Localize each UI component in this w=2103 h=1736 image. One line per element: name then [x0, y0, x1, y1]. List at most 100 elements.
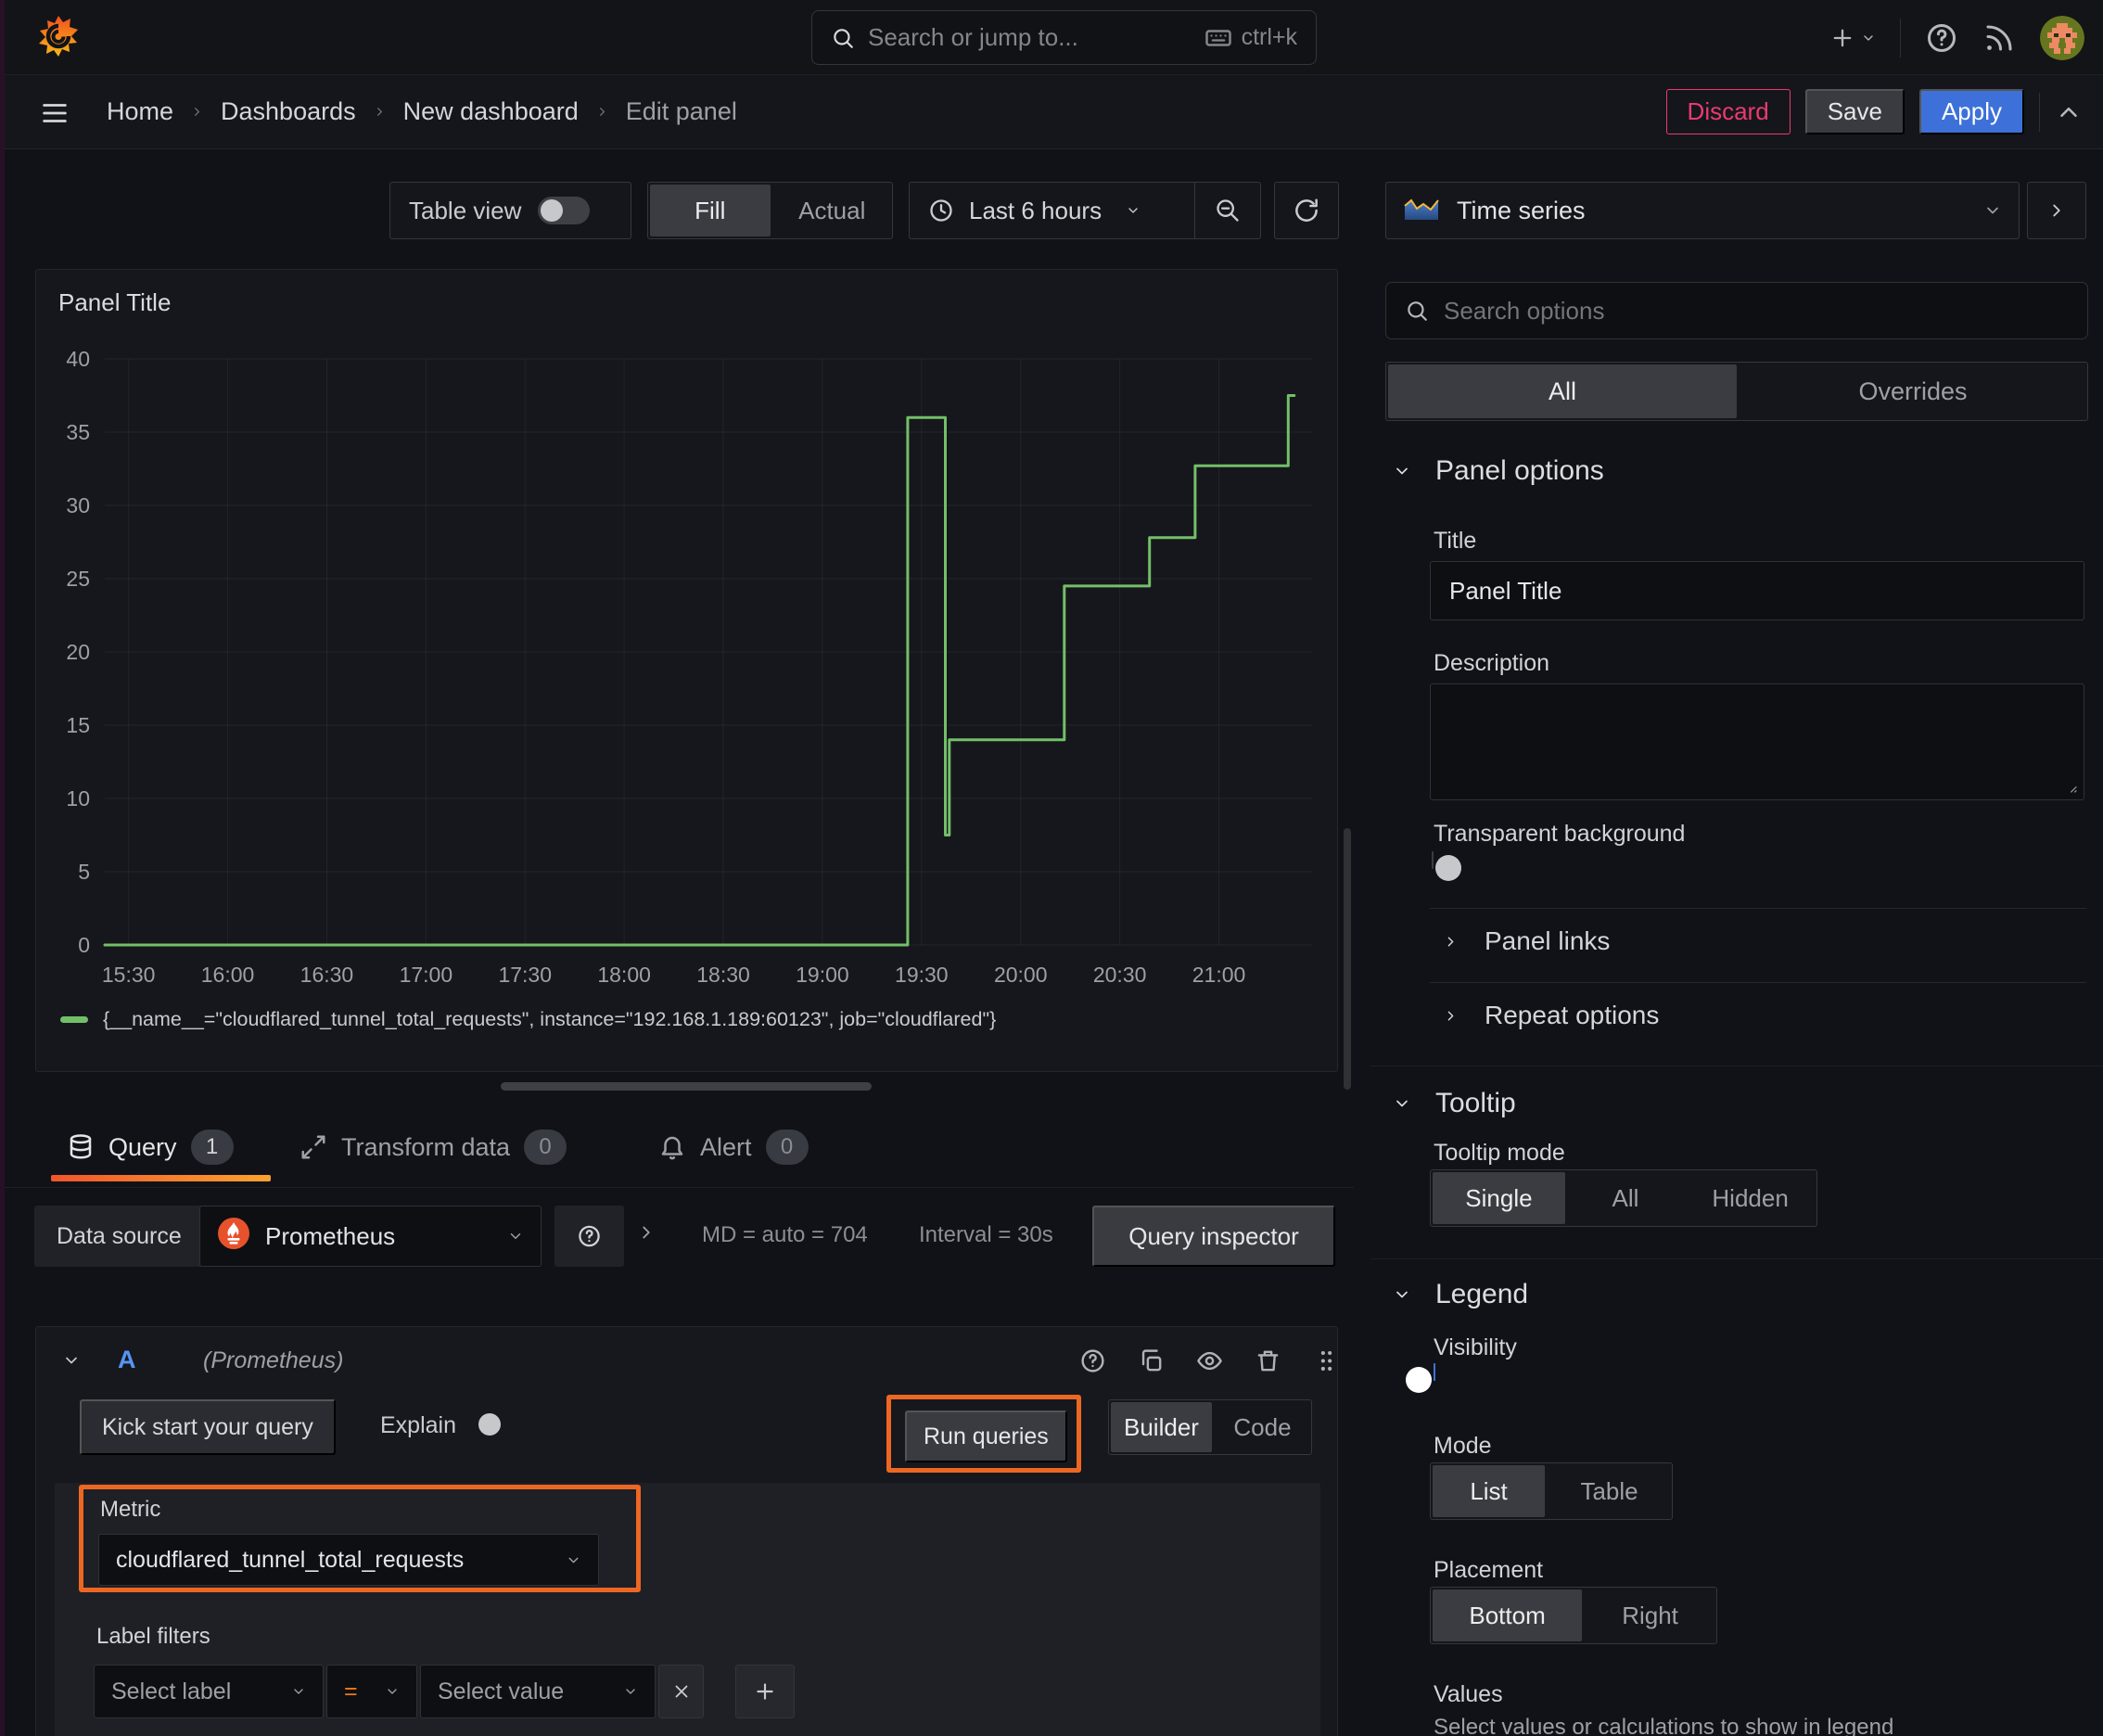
datasource-help-button[interactable]	[554, 1206, 624, 1267]
tab-query-label: Query	[108, 1132, 177, 1161]
breadcrumb-new-dashboard[interactable]: New dashboard	[403, 97, 579, 126]
apply-button[interactable]: Apply	[1918, 89, 2024, 134]
svg-text:20:00: 20:00	[994, 963, 1048, 987]
query-ref-id[interactable]: A	[118, 1346, 136, 1374]
legend-bottom-option[interactable]: Bottom	[1433, 1589, 1583, 1641]
select-label-dropdown[interactable]: Select label	[94, 1665, 324, 1718]
search-icon	[831, 26, 855, 50]
data-source-value: Prometheus	[265, 1221, 396, 1250]
grafana-logo-icon[interactable]	[37, 15, 80, 66]
collapse-query-button[interactable]	[62, 1351, 81, 1370]
panel-preview-card: Panel Title 0 5 10 15 20 25 30 35 40 15:30 16:00 16…	[35, 269, 1338, 1072]
plus-icon	[757, 1683, 773, 1700]
add-filter-button[interactable]	[735, 1665, 795, 1718]
panel-options-section-header[interactable]: Panel options	[1393, 455, 1604, 487]
news-button[interactable]	[1982, 21, 2016, 55]
hide-response-button[interactable]	[1196, 1347, 1223, 1374]
chevron-down-icon	[623, 1684, 638, 1699]
tab-overrides[interactable]: Overrides	[1739, 363, 2087, 420]
tooltip-hidden-option[interactable]: Hidden	[1684, 1170, 1816, 1226]
kick-start-query-button[interactable]: Kick start your query	[80, 1399, 336, 1455]
query-inspector-button[interactable]: Query inspector	[1092, 1206, 1335, 1267]
svg-text:21:00: 21:00	[1192, 963, 1246, 987]
transparent-background-label: Transparent background	[1434, 821, 1686, 847]
tab-alert[interactable]: Alert 0	[658, 1113, 809, 1181]
time-range-label: Last 6 hours	[969, 196, 1102, 224]
fill-option[interactable]: Fill	[650, 185, 771, 236]
builder-option[interactable]: Builder	[1111, 1402, 1212, 1452]
drag-query-handle[interactable]	[1313, 1347, 1340, 1374]
chart-legend-item[interactable]: {__name__="cloudflared_tunnel_total_requ…	[60, 1008, 996, 1031]
label-filter-row: Select label = Select value	[94, 1665, 795, 1718]
table-view-toggle[interactable]	[538, 197, 591, 224]
refresh-button[interactable]	[1274, 182, 1339, 239]
question-circle-icon	[579, 1225, 600, 1247]
visualization-picker[interactable]: Time series	[1385, 182, 2020, 239]
query-help-button[interactable]	[1079, 1347, 1106, 1374]
timeseries-chart[interactable]: 0 5 10 15 20 25 30 35 40 15:30 16:00 16:30 17:00 17:3…	[51, 335, 1323, 999]
data-source-select[interactable]: Prometheus	[199, 1206, 542, 1267]
panel-links-section-header[interactable]: Panel links	[1443, 926, 1610, 956]
tooltip-section-header[interactable]: Tooltip	[1393, 1088, 1516, 1119]
user-avatar[interactable]	[2040, 15, 2084, 60]
legend-mode-label: Mode	[1434, 1433, 1492, 1459]
chevron-down-icon	[66, 1357, 77, 1364]
tab-query[interactable]: Query 1	[67, 1113, 234, 1181]
remove-filter-button[interactable]	[658, 1665, 704, 1718]
legend-section-header[interactable]: Legend	[1393, 1279, 1528, 1310]
svg-text:17:00: 17:00	[400, 963, 453, 987]
breadcrumb-edit-panel: Edit panel	[625, 97, 737, 125]
svg-text:30: 30	[66, 493, 90, 517]
screen-edge-artifact	[0, 0, 5, 1736]
run-queries-button[interactable]: Run queries	[905, 1410, 1067, 1462]
select-value-dropdown[interactable]: Select value	[420, 1665, 656, 1718]
duplicate-query-button[interactable]	[1138, 1347, 1165, 1374]
code-option[interactable]: Code	[1214, 1400, 1311, 1454]
panel-resize-handle[interactable]	[501, 1082, 872, 1091]
breadcrumb-dashboards[interactable]: Dashboards	[221, 97, 356, 126]
transparent-background-toggle[interactable]	[1432, 851, 1461, 881]
remove-query-button[interactable]	[1255, 1347, 1281, 1374]
legend-right-option[interactable]: Right	[1584, 1588, 1716, 1643]
transform-count-badge: 0	[524, 1130, 567, 1165]
legend-table-option[interactable]: Table	[1547, 1463, 1672, 1519]
tab-transform-data[interactable]: Transform data 0	[300, 1113, 567, 1181]
hamburger-menu-icon[interactable]	[39, 97, 70, 129]
operator-dropdown[interactable]: =	[326, 1665, 417, 1718]
collapse-options-pane-button[interactable]	[2055, 98, 2083, 126]
svg-text:16:00: 16:00	[201, 963, 255, 987]
panel-description-textarea[interactable]	[1430, 683, 2084, 800]
eye-icon	[1197, 1351, 1222, 1371]
time-range-button[interactable]: Last 6 hours	[910, 197, 1194, 225]
legend-visibility-toggle[interactable]	[1406, 1363, 1435, 1393]
actual-option[interactable]: Actual	[772, 183, 893, 238]
save-button[interactable]: Save	[1804, 89, 1905, 134]
copy-icon	[1141, 1349, 1162, 1372]
breadcrumb-home[interactable]: Home	[107, 97, 173, 126]
legend-list-option[interactable]: List	[1433, 1465, 1546, 1517]
interval-text: Interval = 30s	[919, 1222, 1053, 1247]
zoom-out-time-button[interactable]	[1195, 198, 1260, 223]
panel-title-input[interactable]	[1430, 561, 2084, 620]
search-input[interactable]	[868, 23, 1192, 52]
add-new-button[interactable]	[1829, 25, 1876, 51]
tab-all-options[interactable]: All	[1388, 364, 1737, 418]
expand-query-options-button[interactable]	[636, 1222, 656, 1243]
svg-text:16:30: 16:30	[300, 963, 354, 987]
options-search-input[interactable]	[1444, 296, 2069, 326]
repeat-options-section-header[interactable]: Repeat options	[1443, 1001, 1659, 1030]
tooltip-all-option[interactable]: All	[1567, 1170, 1684, 1226]
discard-button[interactable]: Discard	[1665, 89, 1791, 134]
chevron-down-icon	[1983, 201, 2002, 220]
chevron-down-icon	[1128, 208, 1138, 213]
options-search-box[interactable]	[1385, 282, 2088, 339]
metric-annotation-box: Metric cloudflared_tunnel_total_requests	[79, 1485, 641, 1592]
description-field-label: Description	[1434, 650, 1550, 676]
toggle-viz-suggestions-button[interactable]	[2027, 182, 2086, 239]
global-search-box[interactable]: ctrl+k	[811, 10, 1317, 65]
help-button[interactable]	[1925, 21, 1958, 55]
tooltip-single-option[interactable]: Single	[1433, 1172, 1565, 1224]
metric-select[interactable]: cloudflared_tunnel_total_requests	[98, 1534, 599, 1586]
topbar-actions	[1829, 0, 2084, 75]
left-pane-scrollbar[interactable]	[1344, 828, 1351, 1090]
